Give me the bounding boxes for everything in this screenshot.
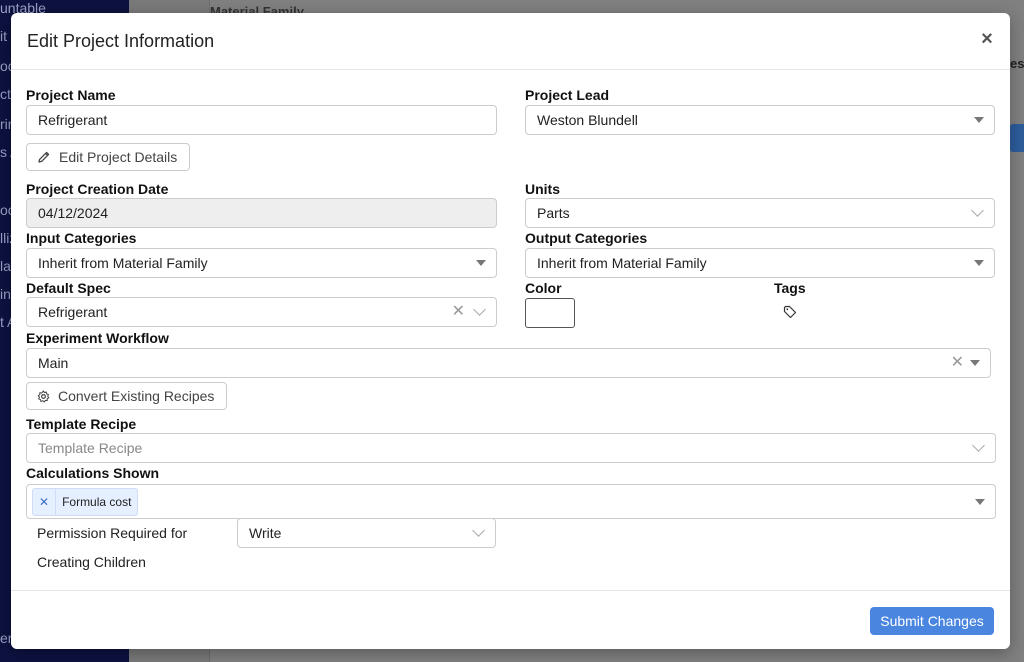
edit-project-modal: Edit Project Information × Project Name … bbox=[11, 13, 1010, 649]
modal-footer: Submit Changes bbox=[11, 590, 1010, 649]
template-recipe-select[interactable]: Template Recipe bbox=[26, 433, 996, 463]
submit-changes-button[interactable]: Submit Changes bbox=[870, 607, 994, 635]
permission-value: Write bbox=[249, 525, 282, 541]
chevron-down-icon bbox=[473, 303, 486, 316]
calculation-chip: ✕ Formula cost bbox=[32, 487, 139, 516]
template-recipe-label: Template Recipe bbox=[26, 416, 137, 432]
chevron-down-icon bbox=[472, 524, 485, 537]
caret-down-icon bbox=[974, 260, 984, 266]
color-label: Color bbox=[525, 280, 562, 296]
caret-down-icon bbox=[970, 360, 980, 366]
experiment-workflow-label: Experiment Workflow bbox=[26, 330, 169, 346]
background-button bbox=[1010, 124, 1024, 152]
calculations-shown-label: Calculations Shown bbox=[26, 465, 160, 481]
output-categories-value: Inherit from Material Family bbox=[537, 255, 707, 271]
calculation-chip-label: Formula cost bbox=[62, 494, 132, 509]
input-categories-value: Inherit from Material Family bbox=[38, 255, 208, 271]
sidebar-fragment: in bbox=[0, 286, 11, 302]
permission-label-line2: Creating Children bbox=[37, 554, 146, 570]
modal-title: Edit Project Information bbox=[27, 31, 215, 51]
remove-chip-icon[interactable]: ✕ bbox=[33, 488, 57, 515]
project-lead-label: Project Lead bbox=[525, 87, 610, 103]
permission-label-line1: Permission Required for bbox=[37, 525, 188, 541]
project-lead-value: Weston Blundell bbox=[537, 112, 638, 128]
default-spec-select[interactable]: Refrigerant ✕ bbox=[26, 297, 497, 327]
output-categories-select[interactable]: Inherit from Material Family bbox=[525, 248, 995, 278]
experiment-workflow-select[interactable]: Main ✕ bbox=[26, 348, 991, 378]
input-categories-label: Input Categories bbox=[26, 230, 137, 246]
caret-down-icon bbox=[476, 260, 486, 266]
caret-down-icon bbox=[975, 498, 985, 505]
chevron-down-icon bbox=[972, 439, 985, 452]
sidebar-fragment: ct bbox=[0, 86, 11, 102]
chevron-down-icon bbox=[971, 204, 984, 217]
gear-icon bbox=[37, 389, 50, 402]
project-name-value: Refrigerant bbox=[38, 112, 108, 128]
project-lead-select[interactable]: Weston Blundell bbox=[525, 105, 995, 135]
calculations-shown-select[interactable]: ✕ Formula cost bbox=[26, 484, 996, 519]
units-label: Units bbox=[525, 181, 560, 197]
project-name-label: Project Name bbox=[26, 87, 116, 103]
input-categories-select[interactable]: Inherit from Material Family bbox=[26, 248, 497, 278]
pencil-icon bbox=[38, 151, 50, 163]
tag-icon[interactable] bbox=[783, 305, 797, 319]
close-icon[interactable]: × bbox=[978, 28, 996, 50]
sidebar-fragment: la bbox=[0, 258, 11, 274]
default-spec-label: Default Spec bbox=[26, 280, 111, 296]
template-recipe-placeholder: Template Recipe bbox=[38, 440, 143, 456]
experiment-workflow-value: Main bbox=[38, 355, 69, 371]
creation-date-field: 04/12/2024 bbox=[26, 198, 497, 228]
convert-existing-recipes-label: Convert Existing Recipes bbox=[58, 388, 215, 404]
clear-icon[interactable]: ✕ bbox=[452, 304, 465, 320]
output-categories-label: Output Categories bbox=[525, 230, 648, 246]
clear-icon[interactable]: ✕ bbox=[951, 355, 964, 371]
caret-down-icon bbox=[974, 117, 984, 123]
background-fragment: es bbox=[1010, 56, 1024, 71]
convert-existing-recipes-button[interactable]: Convert Existing Recipes bbox=[26, 382, 228, 410]
creation-date-value: 04/12/2024 bbox=[38, 205, 109, 221]
units-value: Parts bbox=[537, 205, 570, 221]
permission-select[interactable]: Write bbox=[237, 518, 496, 548]
edit-project-details-label: Edit Project Details bbox=[59, 149, 178, 165]
color-picker[interactable] bbox=[525, 298, 575, 328]
default-spec-value: Refrigerant bbox=[38, 304, 108, 320]
modal-header: Edit Project Information × bbox=[11, 13, 1010, 70]
project-name-input[interactable]: Refrigerant bbox=[26, 105, 497, 135]
tags-label: Tags bbox=[774, 280, 806, 296]
sidebar-fragment: it bbox=[0, 28, 7, 44]
edit-project-details-button[interactable]: Edit Project Details bbox=[26, 143, 191, 171]
units-select[interactable]: Parts bbox=[525, 198, 995, 228]
creation-date-label: Project Creation Date bbox=[26, 181, 169, 197]
